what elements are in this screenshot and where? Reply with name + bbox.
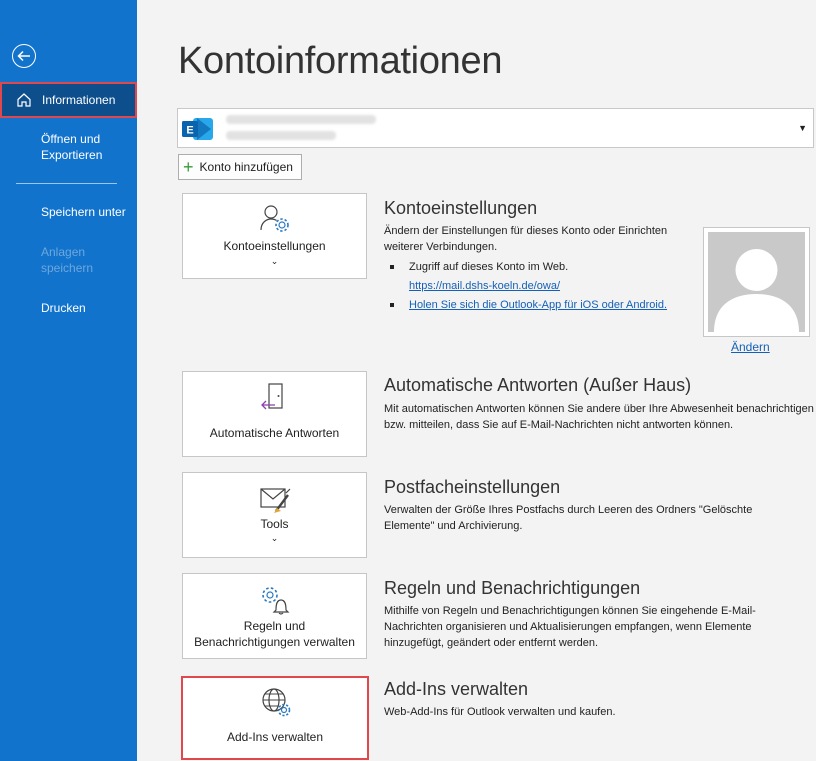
sidebar-item-label: Informationen [42, 93, 116, 107]
owa-link[interactable]: https://mail.dshs-koeln.de/owa/ [409, 280, 560, 292]
chevron-down-icon: ▼ [798, 123, 807, 133]
manage-rules-label: Regeln und Benachrichtigungen verwalten [194, 619, 355, 649]
manage-addins-button[interactable]: Add-Ins verwalten [181, 676, 369, 760]
addins-title: Add-Ins verwalten [384, 679, 529, 699]
chevron-down-icon: ⌄ [270, 256, 279, 266]
profile-picture [703, 227, 810, 337]
chevron-down-icon: ⌄ [270, 533, 279, 543]
account-name-redacted [226, 115, 376, 124]
mailbox-settings-desc: Verwalten der Größe Ihres Postfachs durc… [384, 504, 753, 532]
mail-brush-icon [260, 488, 291, 513]
back-button[interactable] [12, 44, 36, 68]
account-settings-desc: Ändern der Einstellungen für dieses Kont… [384, 225, 668, 253]
sidebar-item-save-as[interactable]: Speichern unter [0, 204, 137, 220]
list-item: Holen Sie sich die Outlook-App für iOS o… [390, 296, 667, 315]
automatic-replies-title: Automatische Antworten (Außer Haus) [384, 375, 692, 395]
exchange-icon: E [182, 118, 213, 140]
addins-desc: Web-Add-Ins für Outlook verwalten und ka… [384, 706, 616, 718]
sidebar-item-print[interactable]: Drucken [0, 300, 137, 316]
list-item: Zugriff auf dieses Konto im Web. [390, 258, 667, 277]
automatic-replies-desc: Mit automatischen Antworten können Sie a… [384, 403, 814, 431]
gear-bell-icon [262, 587, 290, 615]
avatar-placeholder-icon [714, 249, 799, 332]
mailbox-settings-title: Postfacheinstellungen [384, 477, 561, 497]
bullet-icon [390, 303, 394, 307]
account-selector[interactable]: E ▼ [177, 108, 814, 148]
tools-label: Tools [260, 517, 289, 531]
add-account-button[interactable]: + Konto hinzufügen [178, 154, 302, 180]
account-settings-bullets: Zugriff auf dieses Konto im Web. https:/… [390, 258, 667, 315]
change-photo-link[interactable]: Ändern [731, 340, 770, 354]
sidebar-item-label: Drucken [41, 301, 86, 315]
svg-text:E: E [186, 125, 193, 137]
sidebar-item-informationen[interactable]: Informationen [0, 82, 137, 118]
sidebar-item-save-attachments: Anlagen speichern [0, 244, 137, 276]
account-settings-button[interactable]: Kontoeinstellungen ⌄ [182, 193, 367, 279]
outlook-app-link[interactable]: Holen Sie sich die Outlook-App für iOS o… [409, 299, 667, 311]
account-type-redacted [226, 131, 336, 140]
home-icon [17, 93, 31, 107]
automatic-replies-button[interactable]: Automatische Antworten [182, 371, 367, 457]
sidebar-divider [16, 183, 117, 184]
globe-gear-icon [262, 688, 291, 717]
manage-addins-label: Add-Ins verwalten [226, 730, 324, 744]
manage-rules-button[interactable]: Regeln und Benachrichtigungen verwalten [182, 573, 367, 659]
account-settings-label: Kontoeinstellungen [223, 239, 326, 253]
person-gear-icon [260, 205, 289, 232]
account-settings-title: Kontoeinstellungen [384, 198, 538, 218]
tools-button[interactable]: Tools ⌄ [182, 472, 367, 558]
plus-icon: + [183, 157, 194, 177]
automatic-replies-label: Automatische Antworten [209, 426, 340, 440]
page-title: Kontoinformationen [178, 40, 503, 82]
add-account-label: Konto hinzufügen [199, 160, 293, 174]
back-arrow-icon [17, 50, 30, 62]
sidebar-item-label: Speichern unter [41, 205, 126, 219]
web-access-text: Zugriff auf dieses Konto im Web. [409, 261, 569, 273]
sidebar-item-label: Anlagen speichern [41, 245, 94, 275]
sidebar: Informationen Öffnen und Exportieren Spe… [0, 0, 137, 761]
rules-title: Regeln und Benachrichtigungen [384, 578, 641, 598]
sidebar-item-label: Öffnen und Exportieren [41, 132, 103, 162]
door-arrow-icon [261, 383, 283, 410]
bullet-icon [390, 265, 394, 269]
list-item: https://mail.dshs-koeln.de/owa/ [390, 277, 667, 296]
sidebar-item-open-export[interactable]: Öffnen und Exportieren [0, 131, 137, 163]
rules-desc: Mithilfe von Regeln und Benachrichtigung… [384, 605, 756, 649]
